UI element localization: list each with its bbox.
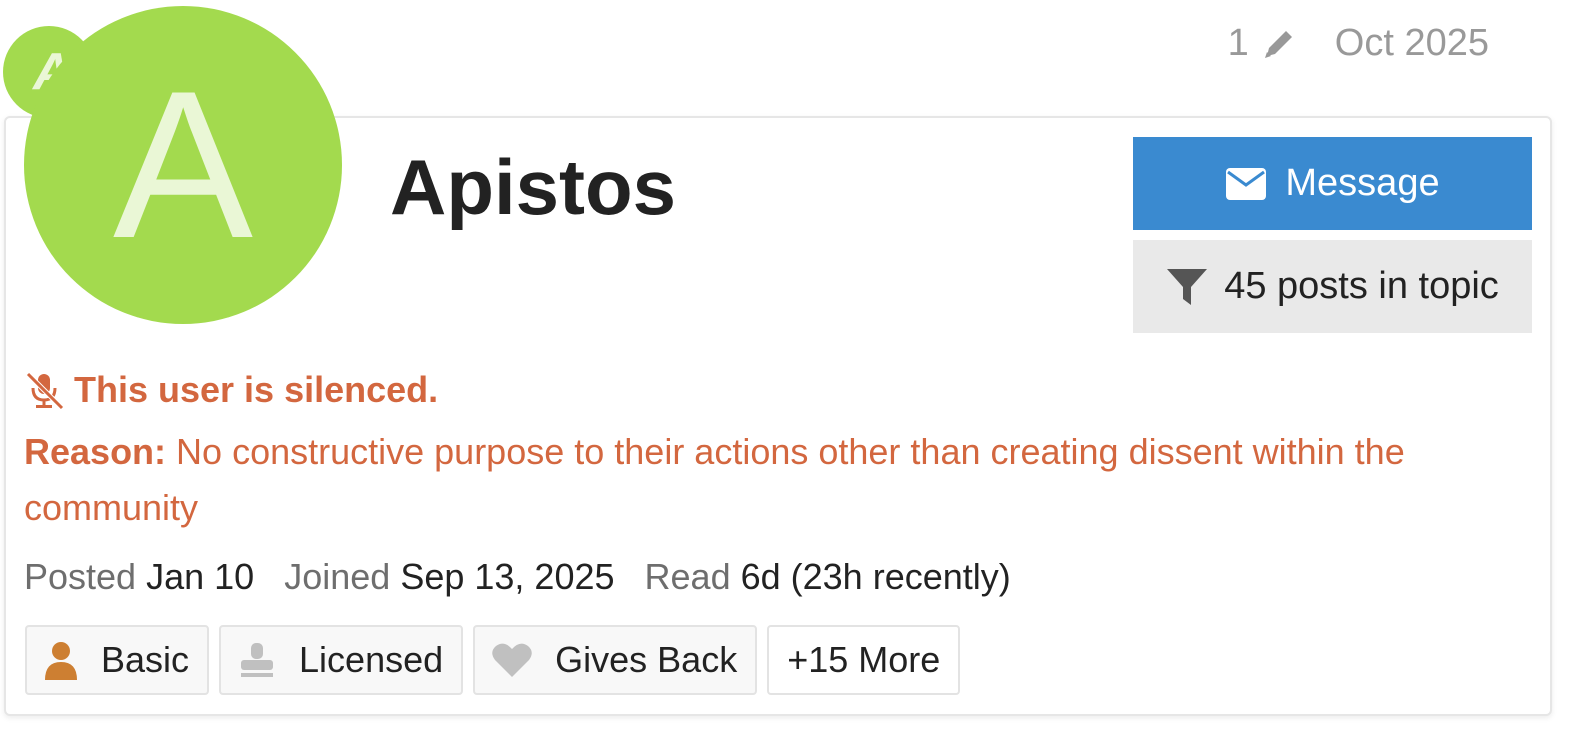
joined-value: Sep 13, 2025 <box>400 556 615 597</box>
message-button[interactable]: Message <box>1133 137 1532 230</box>
badge-basic[interactable]: Basic <box>25 625 210 695</box>
post-meta: 1 Oct 2025 <box>1228 22 1489 65</box>
stamp-icon <box>241 643 274 677</box>
stat-read: Read 6d (23h recently) <box>645 556 1011 597</box>
edit-history-button[interactable]: 1 <box>1228 22 1299 65</box>
read-label: Read <box>644 556 731 597</box>
pencil-icon <box>1264 30 1292 58</box>
avatar-letter: A <box>112 47 254 282</box>
stat-joined: Joined Sep 13, 2025 <box>284 556 624 597</box>
silence-notice: This user is silenced. Reason: No constr… <box>24 368 1524 536</box>
user-avatar[interactable]: A <box>24 6 342 324</box>
badge-label: Licensed <box>299 639 444 680</box>
joined-label: Joined <box>284 556 391 597</box>
read-value: 6d (23h recently) <box>740 556 1011 597</box>
stat-posted: Posted Jan 10 <box>24 556 264 597</box>
microphone-slash-icon <box>26 372 64 410</box>
badge-label: Basic <box>101 639 190 680</box>
silence-title-row: This user is silenced. <box>24 368 1524 412</box>
envelope-icon <box>1226 167 1267 200</box>
badge-label: Gives Back <box>555 639 738 680</box>
user-stats: Posted Jan 10 Joined Sep 13, 2025 Read 6… <box>24 556 1031 598</box>
more-badges-label: +15 More <box>787 639 941 680</box>
filter-posts-label: 45 posts in topic <box>1224 265 1499 307</box>
posted-label: Posted <box>24 556 137 597</box>
badge-list: Basic Licensed Gives Back +15 More <box>25 625 961 695</box>
badge-gives-back[interactable]: Gives Back <box>473 625 758 695</box>
badge-licensed[interactable]: Licensed <box>219 625 464 695</box>
user-icon <box>45 642 77 680</box>
posted-value: Jan 10 <box>146 556 255 597</box>
user-name[interactable]: Apistos <box>390 142 676 233</box>
heart-icon <box>492 643 532 677</box>
funnel-icon <box>1167 268 1208 305</box>
edit-count: 1 <box>1227 22 1249 64</box>
message-button-label: Message <box>1285 162 1440 204</box>
silence-reason: Reason: No constructive purpose to their… <box>24 424 1524 536</box>
post-date[interactable]: Oct 2025 <box>1335 22 1489 65</box>
filter-posts-button[interactable]: 45 posts in topic <box>1133 240 1532 333</box>
more-badges-button[interactable]: +15 More <box>767 625 961 695</box>
user-card-page: 1 Oct 2025 A A Apistos Message 45 posts … <box>0 0 1581 749</box>
reason-label: Reason: <box>24 431 167 472</box>
silence-title: This user is silenced. <box>74 369 439 410</box>
reason-text: No constructive purpose to their actions… <box>24 431 1405 528</box>
